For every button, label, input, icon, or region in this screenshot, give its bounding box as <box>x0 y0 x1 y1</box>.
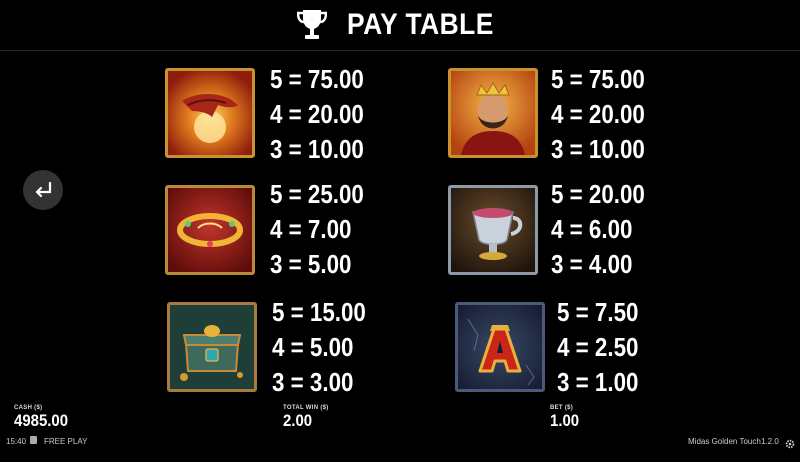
treasure-chest-pays: 5 = 15.00 4 = 5.00 3 = 3.00 <box>272 295 392 400</box>
clock: 15:40 <box>6 437 27 446</box>
pay-table-header: PAY TABLE <box>0 0 800 51</box>
bet-value: 1.00 <box>550 411 580 430</box>
pay-line: 5 = 20.00 <box>551 179 645 209</box>
golden-hand-symbol <box>165 68 255 158</box>
golden-hand-pays: 5 = 75.00 4 = 20.00 3 = 10.00 <box>270 62 390 167</box>
page-title: PAY TABLE <box>346 8 494 41</box>
pay-line: 3 = 10.00 <box>270 134 364 164</box>
pay-line: 4 = 20.00 <box>270 99 364 129</box>
version: 1.2.0 <box>761 437 779 446</box>
king-midas-symbol <box>448 68 538 158</box>
pay-line: 3 = 5.00 <box>270 249 352 279</box>
total-win-value: 2.00 <box>283 411 313 430</box>
king-midas-pays: 5 = 75.00 4 = 20.00 3 = 10.00 <box>551 62 671 167</box>
silver-goblet-symbol <box>448 185 538 275</box>
return-arrow-icon <box>35 181 52 198</box>
letter-a-pays: 5 = 7.50 4 = 2.50 3 = 1.00 <box>557 295 677 400</box>
pay-line: 4 = 7.00 <box>270 214 352 244</box>
settings-button[interactable] <box>785 436 795 454</box>
pay-line: 5 = 25.00 <box>270 179 364 209</box>
silver-goblet-pays: 5 = 20.00 4 = 6.00 3 = 4.00 <box>551 177 671 282</box>
pay-line: 3 = 4.00 <box>551 249 633 279</box>
pay-line: 5 = 7.50 <box>557 297 639 327</box>
back-button[interactable] <box>23 170 63 210</box>
play-mode: FREE PLAY <box>44 437 88 446</box>
treasure-chest-symbol <box>167 302 257 392</box>
game-name: Midas Golden Touch <box>688 437 761 446</box>
letter-a-symbol <box>455 302 545 392</box>
pay-line: 4 = 5.00 <box>272 332 354 362</box>
pay-line: 5 = 75.00 <box>551 64 645 94</box>
cash-value: 4985.00 <box>14 411 69 430</box>
pay-line: 3 = 10.00 <box>551 134 645 164</box>
pay-line: 4 = 6.00 <box>551 214 633 244</box>
golden-crown-symbol <box>165 185 255 275</box>
trophy-icon <box>296 10 327 39</box>
pay-line: 3 = 1.00 <box>557 367 639 397</box>
screen-icon <box>30 436 37 444</box>
golden-crown-pays: 5 = 25.00 4 = 7.00 3 = 5.00 <box>270 177 390 282</box>
pay-line: 4 = 20.00 <box>551 99 645 129</box>
pay-line: 5 = 15.00 <box>272 297 366 327</box>
pay-line: 5 = 75.00 <box>270 64 364 94</box>
gear-icon <box>785 439 795 449</box>
pay-line: 3 = 3.00 <box>272 367 354 397</box>
pay-line: 4 = 2.50 <box>557 332 639 362</box>
